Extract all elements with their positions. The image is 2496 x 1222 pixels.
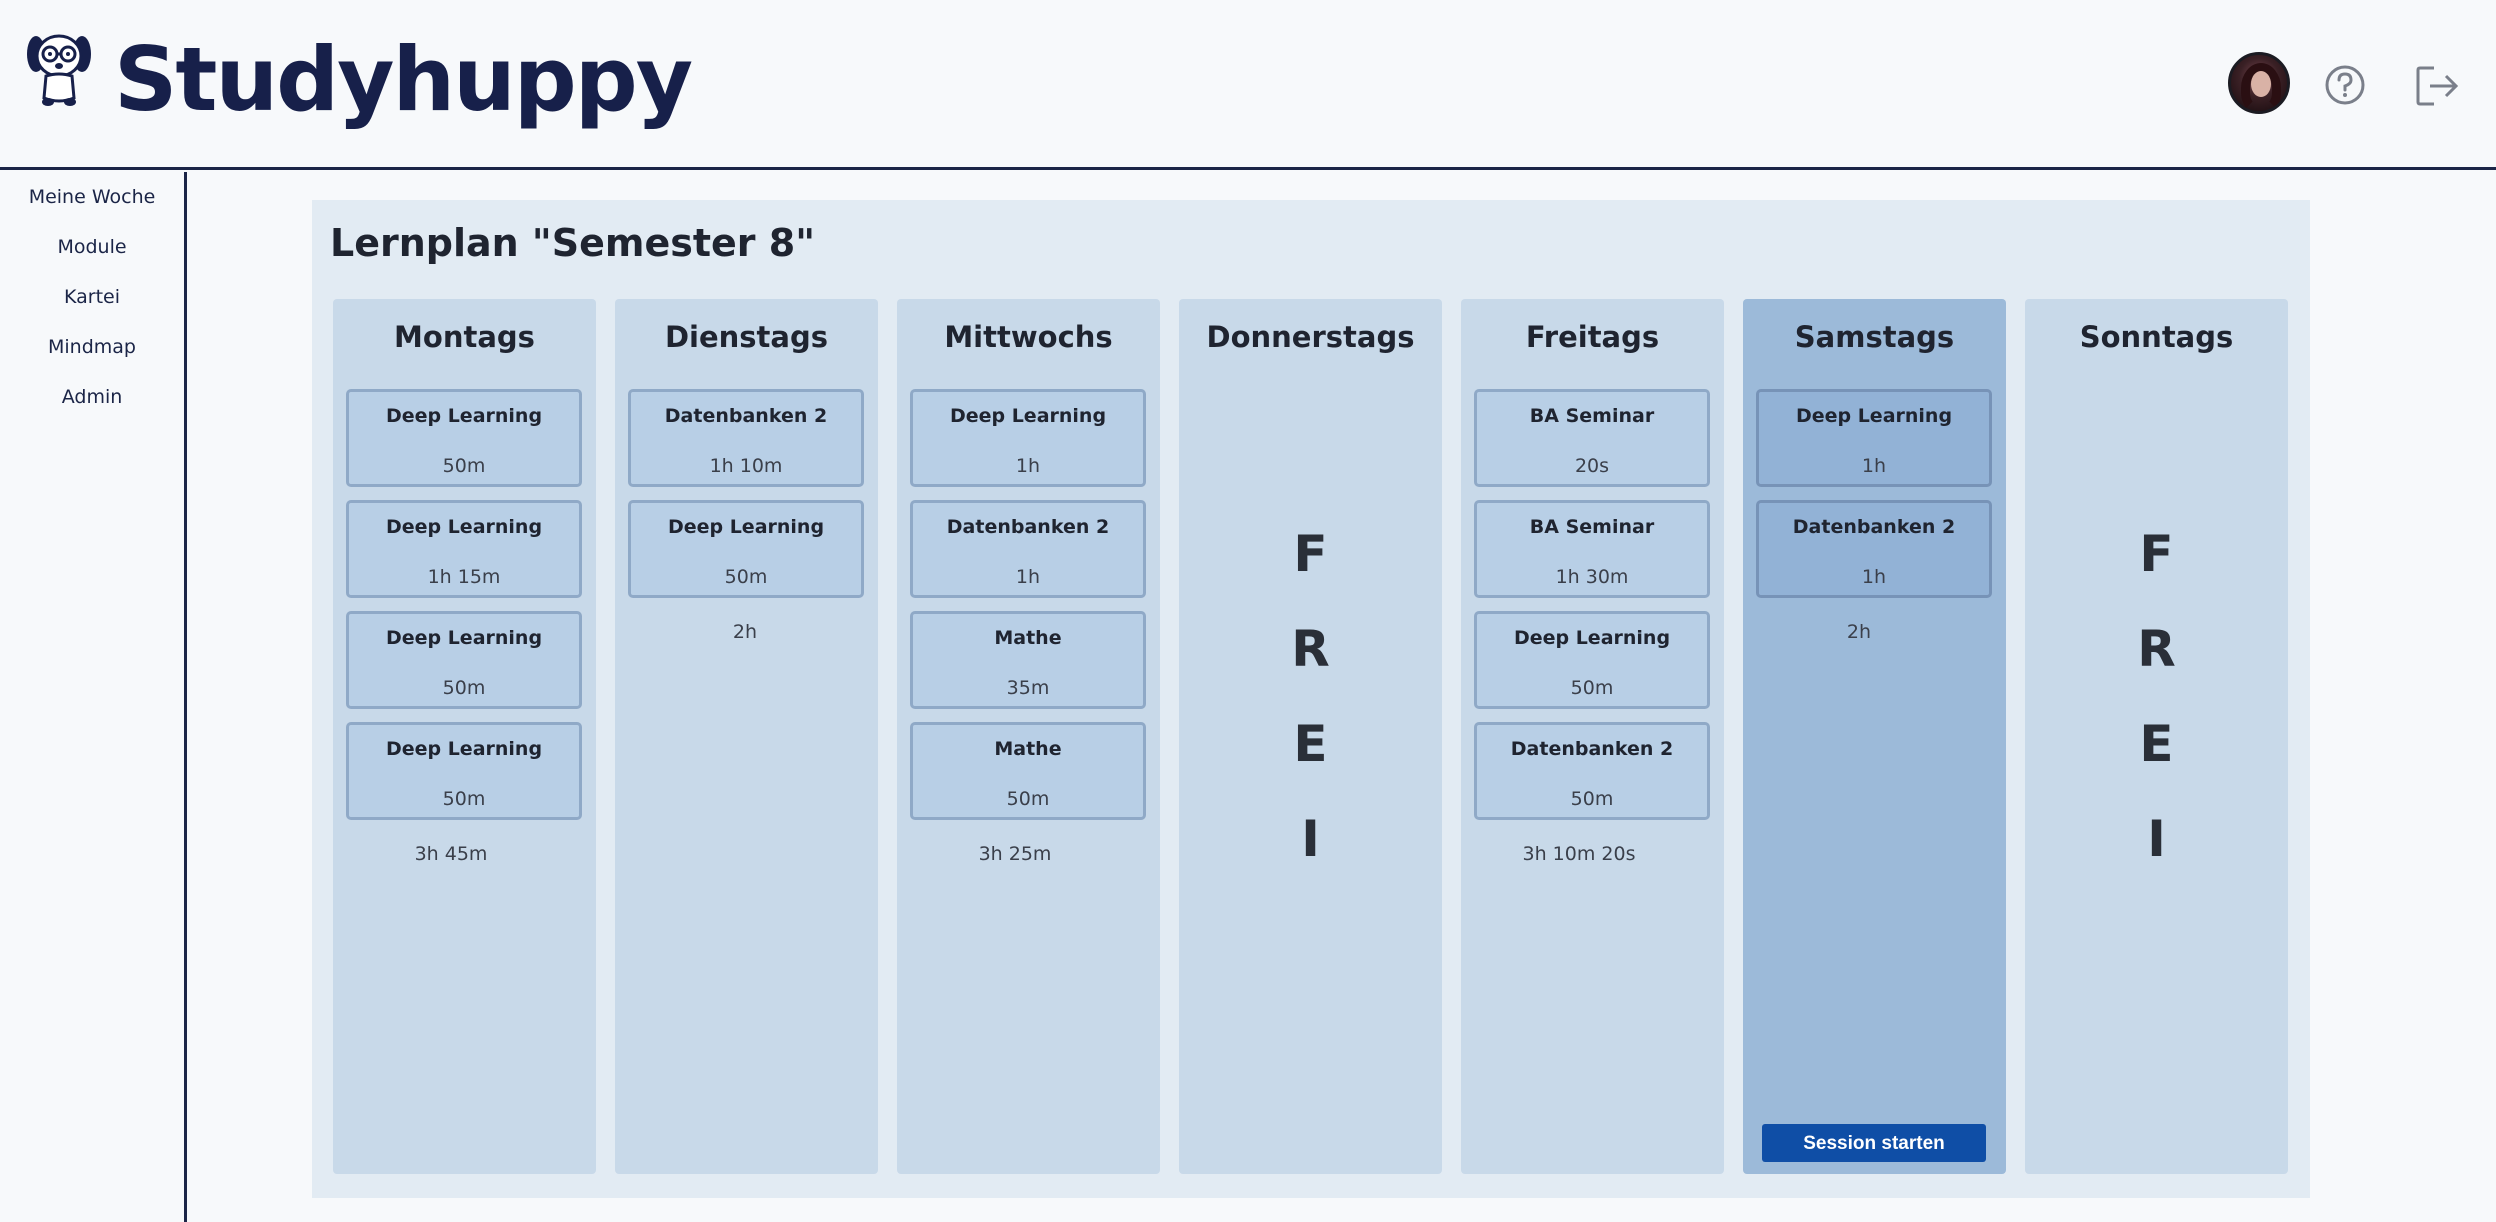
avatar-face [2251,71,2271,97]
sidebar-nav: Meine Woche Module Kartei Mindmap Admin [0,172,187,1222]
app-header: Studyhuppy [0,0,2496,170]
task-card[interactable]: Mathe 35m [910,611,1146,709]
study-plan-panel: Lernplan "Semester 8" Montags Deep Learn… [312,200,2310,1198]
task-name: Datenbanken 2 [1510,738,1674,760]
task-card[interactable]: BA Seminar 20s [1474,389,1710,487]
day-title: Dienstags [664,320,829,354]
day-column-saturday: Samstags Deep Learning 1h Datenbanken 2 … [1743,299,2006,1174]
task-name: Deep Learning [1795,405,1953,427]
day-title: Donnerstags [1206,320,1415,354]
day-column-monday: Montags Deep Learning 50m Deep Learning … [333,299,596,1174]
task-duration: 1h [1015,455,1041,477]
task-name: BA Seminar [1529,516,1655,538]
task-card[interactable]: Datenbanken 2 50m [1474,722,1710,820]
sidebar-item-module[interactable]: Module [0,222,184,272]
task-card[interactable]: Deep Learning 50m [1474,611,1710,709]
task-card[interactable]: BA Seminar 1h 30m [1474,500,1710,598]
day-title: Sonntags [2079,320,2234,354]
page-title: Lernplan "Semester 8" [330,221,816,265]
task-duration: 50m [1006,788,1050,810]
task-card[interactable]: Datenbanken 2 1h 10m [628,389,864,487]
sidebar-item-admin[interactable]: Admin [0,372,184,422]
day-title: Freitags [1525,320,1660,354]
day-total: 3h 10m 20s [1522,843,1636,865]
task-card[interactable]: Datenbanken 2 1h [1756,500,1992,598]
day-column-wednesday: Mittwochs Deep Learning 1h Datenbanken 2… [897,299,1160,1174]
task-card[interactable]: Deep Learning 1h [1756,389,1992,487]
task-duration: 1h 30m [1555,566,1629,588]
task-name: Mathe [994,627,1062,649]
task-name: Datenbanken 2 [664,405,828,427]
free-letter: R [1291,620,1330,678]
task-name: BA Seminar [1529,405,1655,427]
task-duration: 35m [1006,677,1050,699]
sidebar-item-kartei[interactable]: Kartei [0,272,184,322]
day-column-tuesday: Dienstags Datenbanken 2 1h 10m Deep Lear… [615,299,878,1174]
day-total: 2h [1846,621,1872,643]
task-duration: 1h 10m [709,455,783,477]
task-duration: 50m [1570,788,1614,810]
task-name: Deep Learning [667,516,825,538]
logout-icon[interactable] [2414,64,2462,108]
free-letter: E [2139,715,2174,773]
task-card[interactable]: Deep Learning 50m [346,611,582,709]
task-duration: 1h [1861,455,1887,477]
day-column-sunday: Sonntags F R E I [2025,299,2288,1174]
day-total: 3h 45m [414,843,488,865]
task-name: Datenbanken 2 [1792,516,1956,538]
task-card[interactable]: Deep Learning 1h [910,389,1146,487]
brand-name[interactable]: Studyhuppy [114,20,693,140]
task-duration: 20s [1574,455,1610,477]
free-letter: E [1293,715,1328,773]
day-title: Montags [394,320,535,354]
start-session-button[interactable]: Session starten [1762,1124,1986,1162]
free-letter: I [1301,810,1320,868]
free-letter: R [2137,620,2176,678]
free-letter: F [2139,525,2174,583]
task-card[interactable]: Deep Learning 50m [346,389,582,487]
day-total: 2h [732,621,758,643]
task-name: Datenbanken 2 [946,516,1110,538]
task-duration: 50m [1570,677,1614,699]
task-card[interactable]: Deep Learning 50m [628,500,864,598]
dog-with-glasses-icon[interactable] [24,32,94,108]
task-duration: 50m [724,566,768,588]
task-duration: 1h [1015,566,1041,588]
free-letter: F [1293,525,1328,583]
sidebar-item-mindmap[interactable]: Mindmap [0,322,184,372]
day-total: 3h 25m [978,843,1052,865]
task-name: Deep Learning [385,405,543,427]
task-card[interactable]: Deep Learning 1h 15m [346,500,582,598]
task-duration: 50m [442,788,486,810]
task-name: Deep Learning [385,627,543,649]
day-column-friday: Freitags BA Seminar 20s BA Seminar 1h 30… [1461,299,1724,1174]
task-card[interactable]: Deep Learning 50m [346,722,582,820]
task-name: Deep Learning [385,738,543,760]
user-avatar[interactable] [2228,52,2290,114]
task-name: Deep Learning [949,405,1107,427]
day-column-thursday: Donnerstags F R E I [1179,299,1442,1174]
task-name: Mathe [994,738,1062,760]
task-name: Deep Learning [1513,627,1671,649]
task-duration: 1h [1861,566,1887,588]
help-circle-icon[interactable] [2324,64,2366,106]
day-title: Mittwochs [944,320,1113,354]
task-duration: 50m [442,677,486,699]
task-name: Deep Learning [385,516,543,538]
task-duration: 50m [442,455,486,477]
sidebar-item-meine-woche[interactable]: Meine Woche [0,172,184,222]
task-card[interactable]: Mathe 50m [910,722,1146,820]
task-card[interactable]: Datenbanken 2 1h [910,500,1146,598]
day-title: Samstags [1794,320,1955,354]
task-duration: 1h 15m [427,566,501,588]
free-letter: I [2147,810,2166,868]
